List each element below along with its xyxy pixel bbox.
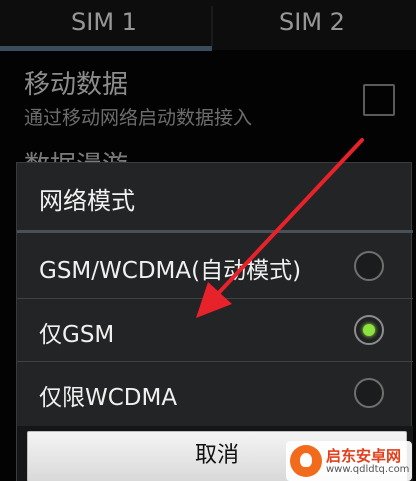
option-wcdma-only[interactable]: 仅限WCDMA xyxy=(17,362,413,424)
radio-button[interactable] xyxy=(354,251,384,281)
option-label: 仅限WCDMA xyxy=(39,385,178,411)
dialog-title: 网络模式 xyxy=(39,187,135,215)
dialog-title-divider xyxy=(17,230,413,233)
radio-checked-dot xyxy=(363,324,375,336)
watermark-logo-icon xyxy=(290,445,322,477)
radio-button-selected[interactable] xyxy=(354,315,384,345)
option-gsm-wcdma-auto[interactable]: GSM/WCDMA(自动模式) xyxy=(17,235,413,297)
option-gsm-only[interactable]: 仅GSM xyxy=(17,299,413,361)
watermark-name: 启东安卓网 xyxy=(326,447,402,465)
site-watermark: 启东安卓网 www.qdldtq.com xyxy=(286,441,412,481)
option-label: 仅GSM xyxy=(39,322,115,348)
network-mode-dialog: 网络模式 GSM/WCDMA(自动模式) 仅GSM 仅限WCDMA 取消 xyxy=(16,162,413,481)
watermark-url: www.qdldtq.com xyxy=(326,464,410,475)
option-label: GSM/WCDMA(自动模式) xyxy=(39,258,302,284)
radio-button[interactable] xyxy=(354,378,384,408)
